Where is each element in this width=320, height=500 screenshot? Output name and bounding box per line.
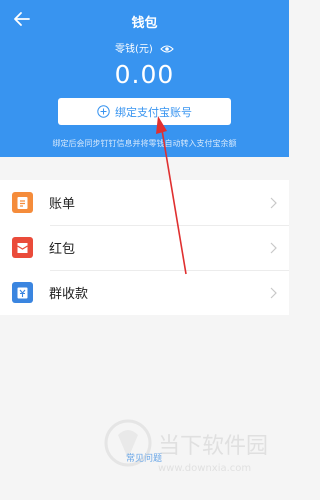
annotation-arrow [156, 116, 187, 275]
